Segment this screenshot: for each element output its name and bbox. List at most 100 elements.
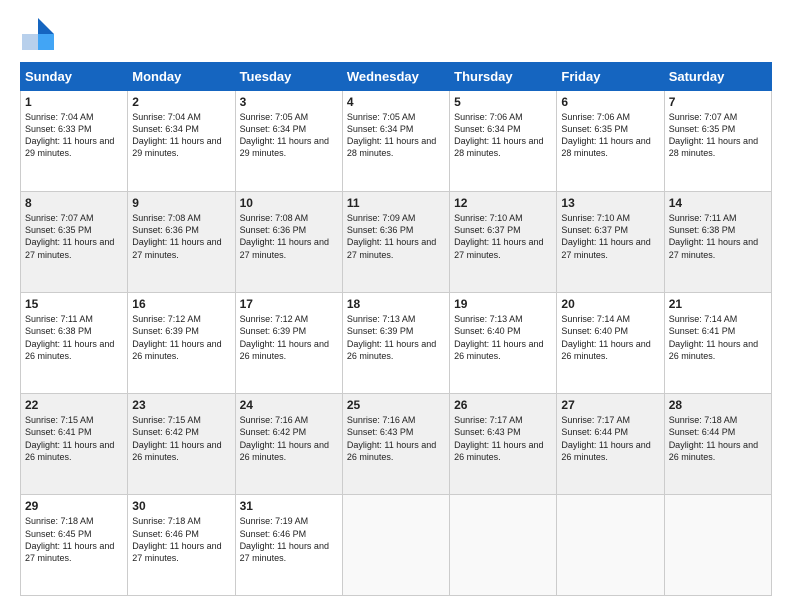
- day-number: 4: [347, 95, 445, 109]
- calendar-week-row-4: 22 Sunrise: 7:15 AM Sunset: 6:41 PM Dayli…: [21, 394, 772, 495]
- calendar-cell: 6 Sunrise: 7:06 AM Sunset: 6:35 PM Daylig…: [557, 91, 664, 192]
- day-info: Sunrise: 7:07 AM Sunset: 6:35 PM Dayligh…: [669, 111, 767, 160]
- day-number: 3: [240, 95, 338, 109]
- calendar-cell: 28Sunrise: 7:18 AM Sunset: 6:44 PM Dayli…: [664, 394, 771, 495]
- day-number: 19: [454, 297, 552, 311]
- day-number: 24: [240, 398, 338, 412]
- calendar-cell: 4Sunrise: 7:05 AM Sunset: 6:34 PM Daylig…: [342, 91, 449, 192]
- day-info: Sunrise: 7:12 AM Sunset: 6:39 PM Dayligh…: [240, 313, 338, 362]
- day-number: 13: [561, 196, 659, 210]
- day-info: Sunrise: 7:11 AM Sunset: 6:38 PM Dayligh…: [669, 212, 767, 261]
- weekday-header-friday: Friday: [557, 63, 664, 91]
- day-number: 10: [240, 196, 338, 210]
- day-info: Sunrise: 7:04 AM Sunset: 6:34 PM Dayligh…: [132, 111, 230, 160]
- calendar-cell: [342, 495, 449, 596]
- day-info: Sunrise: 7:14 AM Sunset: 6:40 PM Dayligh…: [561, 313, 659, 362]
- day-number: 1: [25, 95, 123, 109]
- calendar-cell: 2 Sunrise: 7:04 AM Sunset: 6:34 PM Daylig…: [128, 91, 235, 192]
- day-number: 16: [132, 297, 230, 311]
- calendar-cell: 23 Sunrise: 7:15 AM Sunset: 6:42 PM Dayli…: [128, 394, 235, 495]
- calendar-cell: 12Sunrise: 7:10 AM Sunset: 6:37 PM Dayli…: [450, 192, 557, 293]
- day-info: Sunrise: 7:04 AM Sunset: 6:33 PM Dayligh…: [25, 111, 123, 160]
- day-number: 26: [454, 398, 552, 412]
- day-info: Sunrise: 7:11 AM Sunset: 6:38 PM Dayligh…: [25, 313, 123, 362]
- calendar-cell: 21 Sunrise: 7:14 AM Sunset: 6:41 PM Dayli…: [664, 293, 771, 394]
- calendar-cell: 16Sunrise: 7:12 AM Sunset: 6:39 PM Dayli…: [128, 293, 235, 394]
- day-number: 17: [240, 297, 338, 311]
- calendar-cell: 17 Sunrise: 7:12 AM Sunset: 6:39 PM Dayli…: [235, 293, 342, 394]
- weekday-header-thursday: Thursday: [450, 63, 557, 91]
- calendar-cell: 8 Sunrise: 7:07 AM Sunset: 6:35 PM Daylig…: [21, 192, 128, 293]
- calendar-cell: 24Sunrise: 7:16 AM Sunset: 6:42 PM Dayli…: [235, 394, 342, 495]
- calendar-cell: 9 Sunrise: 7:08 AM Sunset: 6:36 PM Daylig…: [128, 192, 235, 293]
- day-info: Sunrise: 7:18 AM Sunset: 6:44 PM Dayligh…: [669, 414, 767, 463]
- calendar-cell: 19 Sunrise: 7:13 AM Sunset: 6:40 PM Dayli…: [450, 293, 557, 394]
- calendar-cell: 7 Sunrise: 7:07 AM Sunset: 6:35 PM Daylig…: [664, 91, 771, 192]
- calendar-week-row-3: 15 Sunrise: 7:11 AM Sunset: 6:38 PM Dayli…: [21, 293, 772, 394]
- day-info: Sunrise: 7:14 AM Sunset: 6:41 PM Dayligh…: [669, 313, 767, 362]
- calendar-cell: 22 Sunrise: 7:15 AM Sunset: 6:41 PM Dayli…: [21, 394, 128, 495]
- day-number: 9: [132, 196, 230, 210]
- day-number: 15: [25, 297, 123, 311]
- calendar-cell: [557, 495, 664, 596]
- weekday-header-saturday: Saturday: [664, 63, 771, 91]
- day-info: Sunrise: 7:19 AM Sunset: 6:46 PM Dayligh…: [240, 515, 338, 564]
- day-number: 23: [132, 398, 230, 412]
- day-info: Sunrise: 7:07 AM Sunset: 6:35 PM Dayligh…: [25, 212, 123, 261]
- calendar-cell: 25 Sunrise: 7:16 AM Sunset: 6:43 PM Dayli…: [342, 394, 449, 495]
- calendar-cell: 30 Sunrise: 7:18 AM Sunset: 6:46 PM Dayli…: [128, 495, 235, 596]
- calendar-cell: 10Sunrise: 7:08 AM Sunset: 6:36 PM Dayli…: [235, 192, 342, 293]
- day-info: Sunrise: 7:09 AM Sunset: 6:36 PM Dayligh…: [347, 212, 445, 261]
- calendar-cell: 13 Sunrise: 7:10 AM Sunset: 6:37 PM Dayli…: [557, 192, 664, 293]
- page: SundayMondayTuesdayWednesdayThursdayFrid…: [0, 0, 792, 612]
- day-number: 22: [25, 398, 123, 412]
- day-info: Sunrise: 7:06 AM Sunset: 6:35 PM Dayligh…: [561, 111, 659, 160]
- calendar-cell: 11 Sunrise: 7:09 AM Sunset: 6:36 PM Dayli…: [342, 192, 449, 293]
- day-info: Sunrise: 7:15 AM Sunset: 6:42 PM Dayligh…: [132, 414, 230, 463]
- day-number: 2: [132, 95, 230, 109]
- calendar-cell: [450, 495, 557, 596]
- day-info: Sunrise: 7:08 AM Sunset: 6:36 PM Dayligh…: [132, 212, 230, 261]
- calendar-cell: 31 Sunrise: 7:19 AM Sunset: 6:46 PM Dayli…: [235, 495, 342, 596]
- calendar-cell: 14Sunrise: 7:11 AM Sunset: 6:38 PM Dayli…: [664, 192, 771, 293]
- day-number: 27: [561, 398, 659, 412]
- calendar-cell: 1 Sunrise: 7:04 AM Sunset: 6:33 PM Daylig…: [21, 91, 128, 192]
- day-number: 7: [669, 95, 767, 109]
- calendar-cell: [664, 495, 771, 596]
- calendar-cell: 29Sunrise: 7:18 AM Sunset: 6:45 PM Dayli…: [21, 495, 128, 596]
- logo-icon: [20, 16, 56, 52]
- weekday-header-sunday: Sunday: [21, 63, 128, 91]
- day-info: Sunrise: 7:10 AM Sunset: 6:37 PM Dayligh…: [561, 212, 659, 261]
- weekday-header-row: SundayMondayTuesdayWednesdayThursdayFrid…: [21, 63, 772, 91]
- day-info: Sunrise: 7:15 AM Sunset: 6:41 PM Dayligh…: [25, 414, 123, 463]
- day-info: Sunrise: 7:05 AM Sunset: 6:34 PM Dayligh…: [240, 111, 338, 160]
- day-number: 29: [25, 499, 123, 513]
- header: [20, 16, 772, 52]
- day-number: 6: [561, 95, 659, 109]
- day-number: 30: [132, 499, 230, 513]
- calendar-cell: 3 Sunrise: 7:05 AM Sunset: 6:34 PM Daylig…: [235, 91, 342, 192]
- day-number: 21: [669, 297, 767, 311]
- calendar-table: SundayMondayTuesdayWednesdayThursdayFrid…: [20, 62, 772, 596]
- logo: [20, 16, 60, 52]
- day-info: Sunrise: 7:13 AM Sunset: 6:40 PM Dayligh…: [454, 313, 552, 362]
- weekday-header-tuesday: Tuesday: [235, 63, 342, 91]
- day-number: 20: [561, 297, 659, 311]
- day-number: 31: [240, 499, 338, 513]
- calendar-cell: 20 Sunrise: 7:14 AM Sunset: 6:40 PM Dayli…: [557, 293, 664, 394]
- calendar-cell: 18Sunrise: 7:13 AM Sunset: 6:39 PM Dayli…: [342, 293, 449, 394]
- calendar-week-row-2: 8 Sunrise: 7:07 AM Sunset: 6:35 PM Daylig…: [21, 192, 772, 293]
- day-number: 25: [347, 398, 445, 412]
- day-number: 18: [347, 297, 445, 311]
- day-info: Sunrise: 7:17 AM Sunset: 6:44 PM Dayligh…: [561, 414, 659, 463]
- day-number: 8: [25, 196, 123, 210]
- calendar-cell: 27 Sunrise: 7:17 AM Sunset: 6:44 PM Dayli…: [557, 394, 664, 495]
- day-info: Sunrise: 7:10 AM Sunset: 6:37 PM Dayligh…: [454, 212, 552, 261]
- day-number: 5: [454, 95, 552, 109]
- calendar-week-row-1: 1 Sunrise: 7:04 AM Sunset: 6:33 PM Daylig…: [21, 91, 772, 192]
- calendar-week-row-5: 29Sunrise: 7:18 AM Sunset: 6:45 PM Dayli…: [21, 495, 772, 596]
- day-info: Sunrise: 7:18 AM Sunset: 6:46 PM Dayligh…: [132, 515, 230, 564]
- calendar-cell: 26Sunrise: 7:17 AM Sunset: 6:43 PM Dayli…: [450, 394, 557, 495]
- day-number: 11: [347, 196, 445, 210]
- day-info: Sunrise: 7:16 AM Sunset: 6:43 PM Dayligh…: [347, 414, 445, 463]
